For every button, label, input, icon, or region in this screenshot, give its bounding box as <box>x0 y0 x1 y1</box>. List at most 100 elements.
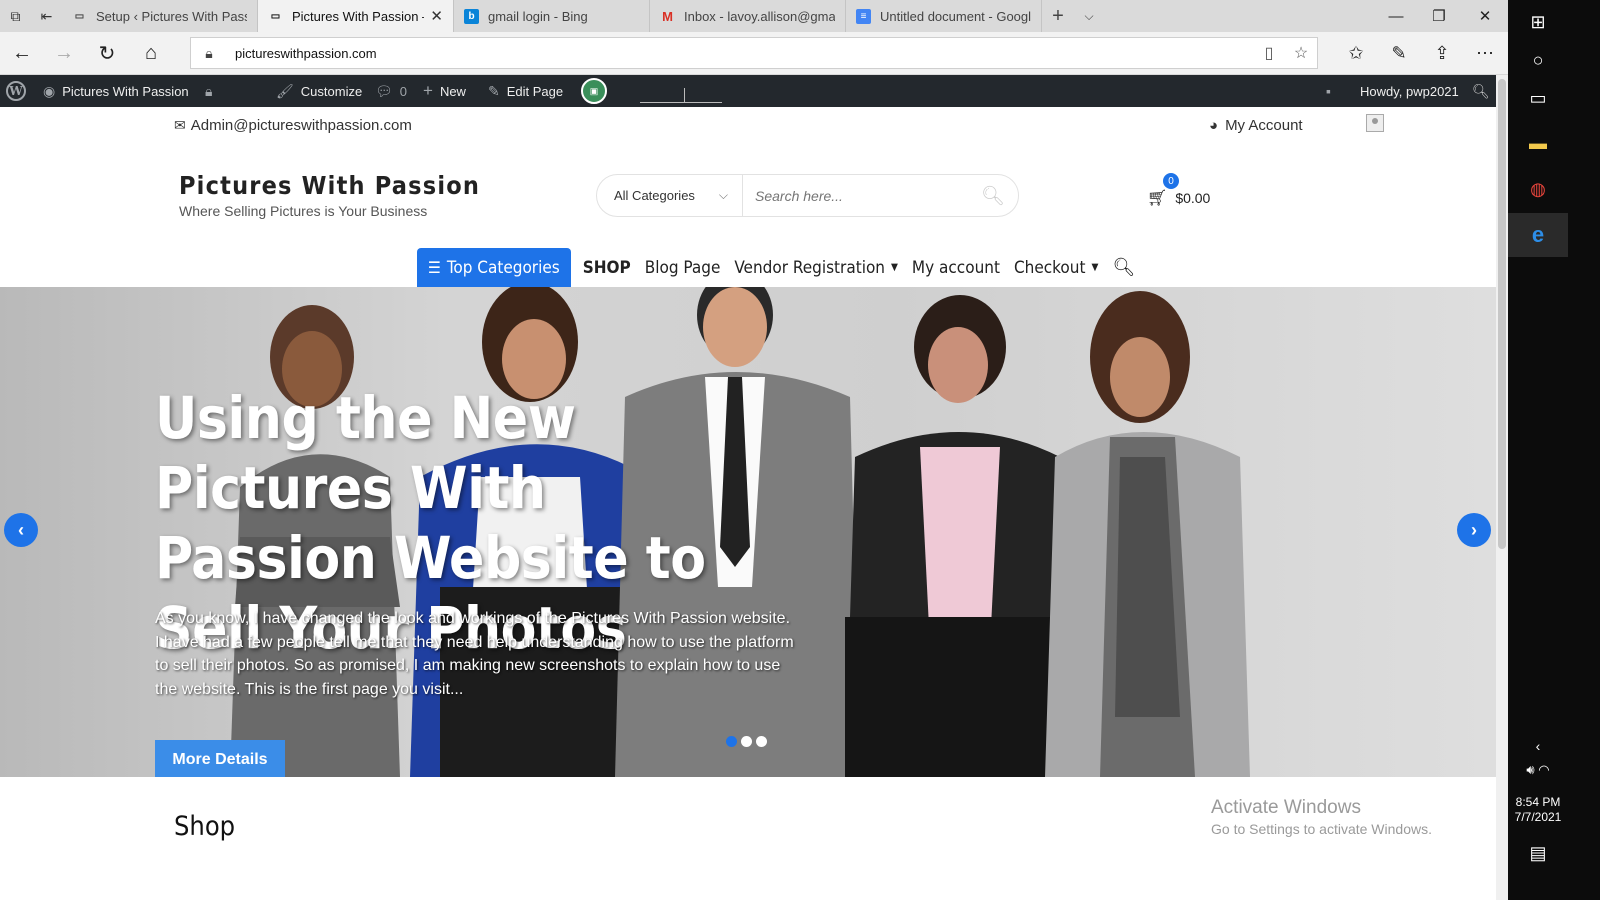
page-icon: ▭ <box>74 10 85 22</box>
chevron-right-icon[interactable]: › <box>1457 513 1491 547</box>
search-input[interactable] <box>743 187 968 204</box>
home-icon[interactable]: ⌂ <box>131 38 171 68</box>
tab-title: Pictures With Passion – <box>292 8 425 24</box>
plugin-badge-icon[interactable]: ▣ <box>581 75 607 107</box>
search-icon[interactable]: 🔍︎ <box>968 184 1018 208</box>
forward-icon[interactable]: → <box>44 38 84 68</box>
slider-dot[interactable] <box>726 736 737 747</box>
browser-tab-bar: ⧉ ⇤ ▭ Setup ‹ Pictures With Passio ▭ Pic… <box>0 0 1508 32</box>
nav-item-checkout[interactable]: Checkout ▼ <box>1014 258 1098 278</box>
gmail-icon: M <box>662 8 673 24</box>
tab-title: Inbox - lavoy.allison@gmail. <box>684 8 835 24</box>
cart-link[interactable]: 🛒︎ $0.00 <box>1147 188 1210 208</box>
chevron-down-icon: ▼ <box>1091 262 1099 273</box>
browser-tab[interactable]: M Inbox - lavoy.allison@gmail. <box>650 0 846 32</box>
file-explorer-icon[interactable]: ▬ <box>1508 121 1568 165</box>
nav-item-shop[interactable]: SHOP <box>583 258 631 278</box>
search-icon[interactable]: 🔍︎ <box>1472 75 1497 107</box>
edit-page-link[interactable]: ✎ Edit Page <box>488 75 563 107</box>
chevron-down-icon[interactable]: ⌵ <box>1074 0 1104 32</box>
edge-icon[interactable]: e <box>1508 213 1568 257</box>
address-bar[interactable]: 🔒︎ pictureswithpassion.com ▯ ☆ <box>190 37 1318 69</box>
comments-link[interactable]: 💬︎ 0 <box>375 75 407 107</box>
menu-lines-icon: ☰ <box>428 258 441 277</box>
new-tab-icon[interactable]: + <box>1042 0 1074 32</box>
new-content-link[interactable]: + New <box>423 75 466 107</box>
product-search-form: All Categories ⌵ 🔍︎ <box>596 174 1019 217</box>
chevron-down-icon: ▼ <box>891 262 898 273</box>
site-title[interactable]: Pictures With Passion <box>179 171 480 200</box>
chevron-left-icon[interactable]: ‹ <box>4 513 38 547</box>
set-tabs-aside-icon[interactable]: ⇤ <box>31 0 62 32</box>
browser-tab-active[interactable]: ▭ Pictures With Passion – ✕ <box>258 0 454 32</box>
favorite-star-icon[interactable]: ☆ <box>1285 43 1317 63</box>
page-icon: ▭ <box>270 10 281 22</box>
nav-label: My account <box>911 257 1000 278</box>
close-tab-icon[interactable]: ✕ <box>430 7 443 25</box>
search-icon[interactable]: 🔍︎ <box>1112 257 1135 278</box>
chrome-icon[interactable]: ◍ <box>1508 167 1568 211</box>
cart-count-badge: 0 <box>1163 173 1179 189</box>
slider-dot[interactable] <box>741 736 752 747</box>
nav-label: Checkout <box>1013 257 1086 278</box>
cart-icon: 🛒︎ <box>1147 190 1168 207</box>
comments-count: 0 <box>399 83 408 99</box>
docs-icon: ≡ <box>856 8 871 24</box>
cart-total: $0.00 <box>1175 190 1211 206</box>
chevron-down-icon: ⌵ <box>718 188 728 202</box>
more-icon[interactable]: ⋯ <box>1463 38 1507 68</box>
watermark-line: Go to Settings to activate Windows. <box>1211 821 1432 837</box>
minimize-icon[interactable]: — <box>1373 0 1419 32</box>
more-details-button[interactable]: More Details <box>155 740 285 777</box>
divider <box>640 102 722 103</box>
restore-icon[interactable]: ❐ <box>1416 0 1462 32</box>
nav-item-my-account[interactable]: My account <box>912 258 1000 278</box>
scrollbar-thumb[interactable] <box>1498 79 1506 549</box>
top-categories-button[interactable]: ☰ Top Categories <box>417 248 571 287</box>
nav-label: Blog Page <box>644 257 721 278</box>
browser-tab[interactable]: b gmail login - Bing <box>454 0 650 32</box>
notification-icon[interactable]: ▪ <box>1326 75 1338 107</box>
page-scrollbar[interactable] <box>1496 75 1508 900</box>
nav-item-blog[interactable]: Blog Page <box>645 258 721 278</box>
pen-notes-icon[interactable]: ✎ <box>1377 38 1421 68</box>
share-icon[interactable]: ⇪ <box>1420 38 1464 68</box>
close-window-icon[interactable]: ✕ <box>1462 0 1508 32</box>
system-clock[interactable]: 8:54 PM 7/7/2021 <box>1508 795 1568 825</box>
browser-tab[interactable]: ≡ Untitled document - Google <box>846 0 1042 32</box>
hero-slider: Using the New Pictures With Passion Webs… <box>0 287 1496 777</box>
slider-dot[interactable] <box>756 736 767 747</box>
task-view-icon[interactable]: ▭ <box>1508 76 1568 120</box>
category-select[interactable]: All Categories ⌵ <box>597 175 743 216</box>
category-select-value: All Categories <box>614 188 695 203</box>
lock-icon[interactable]: 🔒︎ <box>205 75 219 107</box>
edit-page-label: Edit Page <box>506 83 564 99</box>
howdy-user-menu[interactable]: Howdy, pwp2021 <box>1360 75 1459 107</box>
howdy-label: Howdy, pwp2021 <box>1360 83 1459 99</box>
my-account-label: My Account <box>1225 117 1303 134</box>
notification-center-icon[interactable]: ▤ <box>1508 831 1568 875</box>
email-text: Admin@pictureswithpassion.com <box>190 117 412 134</box>
my-account-link[interactable]: ◕ My Account <box>1209 117 1303 134</box>
avatar[interactable] <box>1366 114 1384 132</box>
customize-link[interactable]: 🖌︎ Customize <box>276 75 362 107</box>
site-tagline: Where Selling Pictures is Your Business <box>179 203 428 219</box>
browser-tab[interactable]: ▭ Setup ‹ Pictures With Passio <box>62 0 258 32</box>
hero-description: As you know, I have changed the look and… <box>155 610 794 698</box>
favorites-icon[interactable]: ✩ <box>1334 38 1378 68</box>
nav-item-vendor-registration[interactable]: Vendor Registration ▼ <box>734 258 898 278</box>
reading-view-icon[interactable]: ▯ <box>1253 43 1285 63</box>
contact-email[interactable]: ✉ Admin@pictureswithpassion.com <box>174 117 412 134</box>
site-name-link[interactable]: ◉ Pictures With Passion <box>43 75 189 107</box>
tab-title: gmail login - Bing <box>488 8 588 24</box>
back-icon[interactable]: ← <box>2 38 42 68</box>
clock-time: 8:54 PM <box>1515 795 1561 809</box>
wordpress-logo-icon[interactable]: W <box>6 75 26 107</box>
url-text[interactable]: pictureswithpassion.com <box>235 46 1253 61</box>
brush-icon: 🖌︎ <box>276 82 294 99</box>
shop-section-heading: Shop <box>174 811 236 842</box>
tab-manager-icon[interactable]: ⧉ <box>0 0 31 32</box>
volume-network-icons[interactable]: 🔊︎ ◠ <box>1508 748 1568 792</box>
refresh-icon[interactable]: ↻ <box>87 38 127 68</box>
divider <box>684 88 685 102</box>
